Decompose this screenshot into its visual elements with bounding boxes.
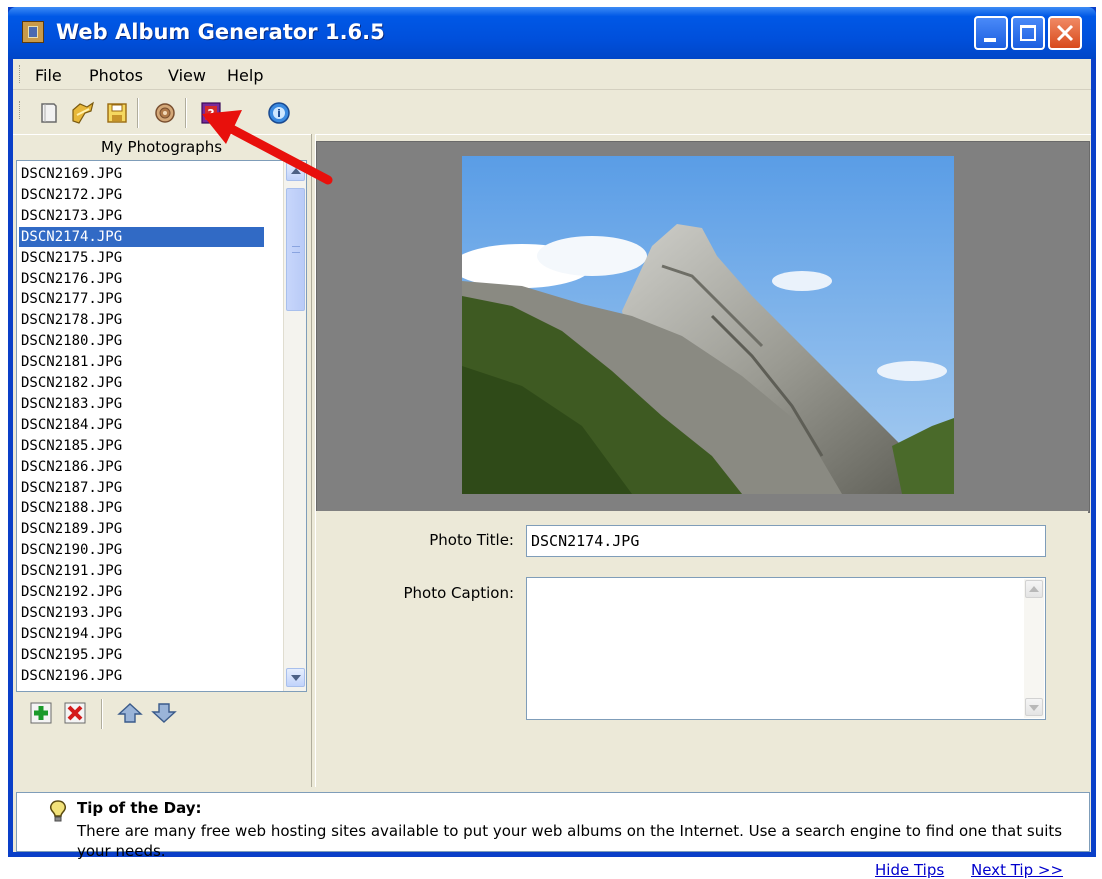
caption-scrollbar[interactable] (1024, 579, 1044, 718)
list-scrollbar[interactable] (283, 161, 306, 691)
list-item[interactable]: DSCN2180.JPG (19, 331, 264, 351)
photo-preview-area (316, 141, 1090, 513)
title-bar[interactable]: Web Album Generator 1.6.5 (8, 7, 1096, 59)
chevron-down-icon (1029, 705, 1039, 711)
list-item[interactable]: DSCN2195.JPG (19, 645, 264, 665)
list-item[interactable]: DSCN2177.JPG (19, 289, 264, 309)
close-button[interactable] (1048, 16, 1082, 50)
photo-caption-input[interactable] (526, 577, 1046, 720)
list-item[interactable]: DSCN2184.JPG (19, 415, 264, 435)
list-item[interactable]: DSCN2183.JPG (19, 394, 264, 414)
chevron-up-icon (1029, 586, 1039, 592)
menu-help[interactable]: Help (227, 66, 263, 85)
list-item[interactable]: DSCN2185.JPG (19, 436, 264, 456)
move-up-icon[interactable] (117, 701, 143, 725)
caption-scroll-down-button[interactable] (1025, 698, 1043, 716)
toolbar-grip (19, 101, 23, 119)
list-item[interactable]: DSCN2173.JPG (19, 206, 264, 226)
list-item[interactable]: DSCN2188.JPG (19, 498, 264, 518)
add-photo-icon[interactable] (29, 701, 53, 725)
list-item[interactable]: DSCN2189.JPG (19, 519, 264, 539)
photo-title-label: Photo Title: (429, 531, 514, 549)
next-tip-link[interactable]: Next Tip >> (971, 861, 1063, 879)
tip-heading: Tip of the Day: (77, 799, 202, 817)
menu-file[interactable]: File (35, 66, 62, 85)
generate-album-icon[interactable] (153, 101, 177, 125)
save-album-icon[interactable] (105, 101, 129, 125)
menu-grip (19, 65, 23, 83)
menu-bar: File Photos View Help (13, 59, 1091, 90)
photo-preview (462, 156, 954, 494)
photo-list[interactable]: DSCN2169.JPG DSCN2172.JPG DSCN2173.JPG DSCN… (16, 160, 307, 692)
minimize-button[interactable] (974, 16, 1008, 50)
new-album-icon[interactable] (37, 101, 61, 125)
caption-scroll-up-button[interactable] (1025, 580, 1043, 598)
list-item[interactable]: DSCN2186.JPG (19, 457, 264, 477)
list-item[interactable]: DSCN2194.JPG (19, 624, 264, 644)
list-item[interactable]: DSCN2192.JPG (19, 582, 264, 602)
window-title: Web Album Generator 1.6.5 (56, 20, 385, 44)
list-item[interactable]: DSCN2174.JPG (19, 226, 264, 247)
photo-details-form: Photo Title: DSCN2174.JPG Photo Caption: (316, 511, 1088, 787)
app-window: Web Album Generator 1.6.5 File Photos Vi… (8, 7, 1096, 879)
chevron-down-icon (291, 675, 301, 681)
list-item[interactable]: DSCN2181.JPG (19, 352, 264, 372)
scroll-thumb[interactable] (286, 188, 305, 311)
list-item[interactable]: DSCN2178.JPG (19, 310, 264, 330)
hide-tips-link[interactable]: Hide Tips (875, 861, 944, 879)
toolbar-separator (137, 98, 139, 128)
lightbulb-icon (50, 800, 66, 822)
maximize-button[interactable] (1011, 16, 1045, 50)
client-area: File Photos View Help i My Photographs D… (13, 59, 1091, 879)
list-item[interactable]: DSCN2176.JPG (19, 269, 264, 289)
tip-of-the-day-panel: Tip of the Day: There are many free web … (16, 792, 1090, 860)
annotation-arrow (202, 110, 333, 185)
scroll-down-button[interactable] (286, 668, 305, 687)
open-album-icon[interactable] (71, 101, 95, 125)
app-icon (22, 21, 44, 43)
list-item[interactable]: DSCN2191.JPG (19, 561, 264, 581)
list-item[interactable]: DSCN2193.JPG (19, 603, 264, 623)
photo-caption-label: Photo Caption: (403, 584, 514, 602)
main-toolbar: ? i (13, 90, 1091, 135)
photo-title-input[interactable]: DSCN2174.JPG (526, 525, 1046, 557)
close-icon (1056, 24, 1074, 42)
list-item[interactable]: DSCN2190.JPG (19, 540, 264, 560)
menu-view[interactable]: View (168, 66, 206, 85)
list-toolbar (13, 693, 310, 733)
menu-photos[interactable]: Photos (89, 66, 143, 85)
list-item[interactable]: DSCN2187.JPG (19, 478, 264, 498)
toolbar-separator (101, 699, 103, 729)
list-item[interactable]: DSCN2175.JPG (19, 248, 264, 268)
list-item[interactable]: DSCN2182.JPG (19, 373, 264, 393)
move-down-icon[interactable] (151, 701, 177, 725)
tip-text: There are many free web hosting sites av… (77, 822, 1063, 860)
remove-photo-icon[interactable] (63, 701, 87, 725)
list-item[interactable]: DSCN2196.JPG (19, 666, 264, 686)
toolbar-separator (185, 98, 187, 128)
